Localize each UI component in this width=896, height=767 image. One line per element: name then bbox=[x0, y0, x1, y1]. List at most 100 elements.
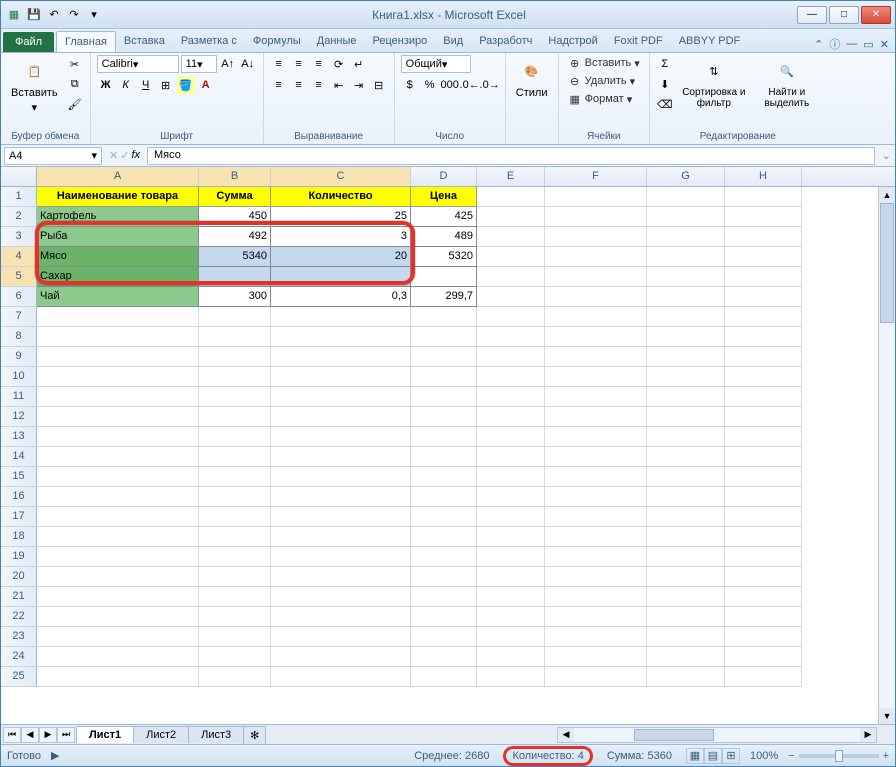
sort-filter-button[interactable]: ⇅ Сортировка и фильтр bbox=[678, 55, 750, 111]
cell-H8[interactable] bbox=[725, 327, 802, 347]
cell-E6[interactable] bbox=[477, 287, 545, 307]
cell-E3[interactable] bbox=[477, 227, 545, 247]
cell-C8[interactable] bbox=[271, 327, 411, 347]
cell-H21[interactable] bbox=[725, 587, 802, 607]
cell-A10[interactable] bbox=[37, 367, 199, 387]
cell-C19[interactable] bbox=[271, 547, 411, 567]
decrease-decimal-icon[interactable]: .0→ bbox=[481, 76, 499, 94]
ribbon-tab-6[interactable]: Вид bbox=[435, 31, 471, 52]
maximize-button[interactable]: □ bbox=[829, 6, 859, 24]
undo-icon[interactable]: ↶ bbox=[45, 6, 63, 24]
cell-E22[interactable] bbox=[477, 607, 545, 627]
cell-E23[interactable] bbox=[477, 627, 545, 647]
cell-D20[interactable] bbox=[411, 567, 477, 587]
col-header-C[interactable]: C bbox=[271, 167, 411, 186]
row-header-2[interactable]: 2 bbox=[1, 207, 37, 227]
cell-H25[interactable] bbox=[725, 667, 802, 687]
cell-B15[interactable] bbox=[199, 467, 271, 487]
cell-B23[interactable] bbox=[199, 627, 271, 647]
sheet-nav-prev-icon[interactable]: ◀ bbox=[21, 727, 39, 743]
row-header-7[interactable]: 7 bbox=[1, 307, 37, 327]
save-icon[interactable]: 💾 bbox=[25, 6, 43, 24]
cell-B7[interactable] bbox=[199, 307, 271, 327]
cell-G13[interactable] bbox=[647, 427, 725, 447]
align-bottom-icon[interactable]: ≡ bbox=[310, 55, 328, 73]
new-sheet-button[interactable]: ✻ bbox=[243, 726, 266, 744]
cell-F14[interactable] bbox=[545, 447, 647, 467]
cell-D11[interactable] bbox=[411, 387, 477, 407]
format-painter-icon[interactable]: 🖌 bbox=[66, 95, 84, 113]
underline-icon[interactable]: Ч bbox=[137, 76, 155, 94]
cell-A23[interactable] bbox=[37, 627, 199, 647]
row-header-12[interactable]: 12 bbox=[1, 407, 37, 427]
cell-G15[interactable] bbox=[647, 467, 725, 487]
cell-H22[interactable] bbox=[725, 607, 802, 627]
cancel-formula-icon[interactable]: ✕ bbox=[109, 149, 118, 162]
help-icon[interactable]: ⓘ bbox=[829, 36, 840, 52]
cell-H20[interactable] bbox=[725, 567, 802, 587]
cell-H14[interactable] bbox=[725, 447, 802, 467]
cell-A18[interactable] bbox=[37, 527, 199, 547]
cell-B22[interactable] bbox=[199, 607, 271, 627]
minimize-button[interactable]: — bbox=[797, 6, 827, 24]
cell-C12[interactable] bbox=[271, 407, 411, 427]
zoom-level[interactable]: 100% bbox=[750, 750, 778, 762]
cell-D22[interactable] bbox=[411, 607, 477, 627]
cell-H2[interactable] bbox=[725, 207, 802, 227]
cell-C4[interactable]: 20 bbox=[271, 247, 411, 267]
cell-D6[interactable]: 299,7 bbox=[411, 287, 477, 307]
cell-C23[interactable] bbox=[271, 627, 411, 647]
col-header-H[interactable]: H bbox=[725, 167, 802, 186]
cell-C18[interactable] bbox=[271, 527, 411, 547]
ribbon-tab-9[interactable]: Foxit PDF bbox=[606, 31, 671, 52]
cell-F2[interactable] bbox=[545, 207, 647, 227]
cell-B6[interactable]: 300 bbox=[199, 287, 271, 307]
cell-A21[interactable] bbox=[37, 587, 199, 607]
cell-B1[interactable]: Сумма bbox=[199, 187, 271, 207]
expand-formula-bar-icon[interactable]: ⌄ bbox=[878, 149, 895, 162]
format-cells-button[interactable]: ▦Формат ▾ bbox=[565, 91, 636, 107]
cell-G20[interactable] bbox=[647, 567, 725, 587]
close-button[interactable]: ✕ bbox=[861, 6, 891, 24]
formula-input[interactable]: Мясо bbox=[147, 147, 875, 165]
row-header-4[interactable]: 4 bbox=[1, 247, 37, 267]
cell-F20[interactable] bbox=[545, 567, 647, 587]
col-header-F[interactable]: F bbox=[545, 167, 647, 186]
name-box[interactable]: A4▾ bbox=[4, 147, 102, 165]
row-header-3[interactable]: 3 bbox=[1, 227, 37, 247]
row-header-1[interactable]: 1 bbox=[1, 187, 37, 207]
cell-B5[interactable] bbox=[199, 267, 271, 287]
ribbon-tab-1[interactable]: Вставка bbox=[116, 31, 173, 52]
cell-A6[interactable]: Чай bbox=[37, 287, 199, 307]
scroll-down-icon[interactable]: ▼ bbox=[879, 708, 895, 724]
ribbon-tab-2[interactable]: Разметка с bbox=[173, 31, 245, 52]
cell-F17[interactable] bbox=[545, 507, 647, 527]
cell-H10[interactable] bbox=[725, 367, 802, 387]
cell-A2[interactable]: Картофель bbox=[37, 207, 199, 227]
macro-record-icon[interactable]: ▶ bbox=[51, 749, 59, 762]
cell-H6[interactable] bbox=[725, 287, 802, 307]
cell-G2[interactable] bbox=[647, 207, 725, 227]
cell-E2[interactable] bbox=[477, 207, 545, 227]
cell-E16[interactable] bbox=[477, 487, 545, 507]
cell-A14[interactable] bbox=[37, 447, 199, 467]
cell-A11[interactable] bbox=[37, 387, 199, 407]
enter-formula-icon[interactable]: ✓ bbox=[120, 149, 129, 162]
horizontal-scrollbar[interactable]: ◀ ▶ bbox=[557, 727, 877, 743]
cell-H4[interactable] bbox=[725, 247, 802, 267]
cell-G22[interactable] bbox=[647, 607, 725, 627]
cell-G19[interactable] bbox=[647, 547, 725, 567]
cell-E19[interactable] bbox=[477, 547, 545, 567]
col-header-G[interactable]: G bbox=[647, 167, 725, 186]
row-header-6[interactable]: 6 bbox=[1, 287, 37, 307]
sheet-nav-next-icon[interactable]: ▶ bbox=[39, 727, 57, 743]
cell-B4[interactable]: 5340 bbox=[199, 247, 271, 267]
wrap-text-icon[interactable]: ↵ bbox=[350, 55, 368, 73]
zoom-out-icon[interactable]: − bbox=[788, 750, 794, 762]
row-header-15[interactable]: 15 bbox=[1, 467, 37, 487]
cell-F19[interactable] bbox=[545, 547, 647, 567]
cell-F11[interactable] bbox=[545, 387, 647, 407]
cell-D12[interactable] bbox=[411, 407, 477, 427]
cell-G5[interactable] bbox=[647, 267, 725, 287]
bold-icon[interactable]: Ж bbox=[97, 76, 115, 94]
